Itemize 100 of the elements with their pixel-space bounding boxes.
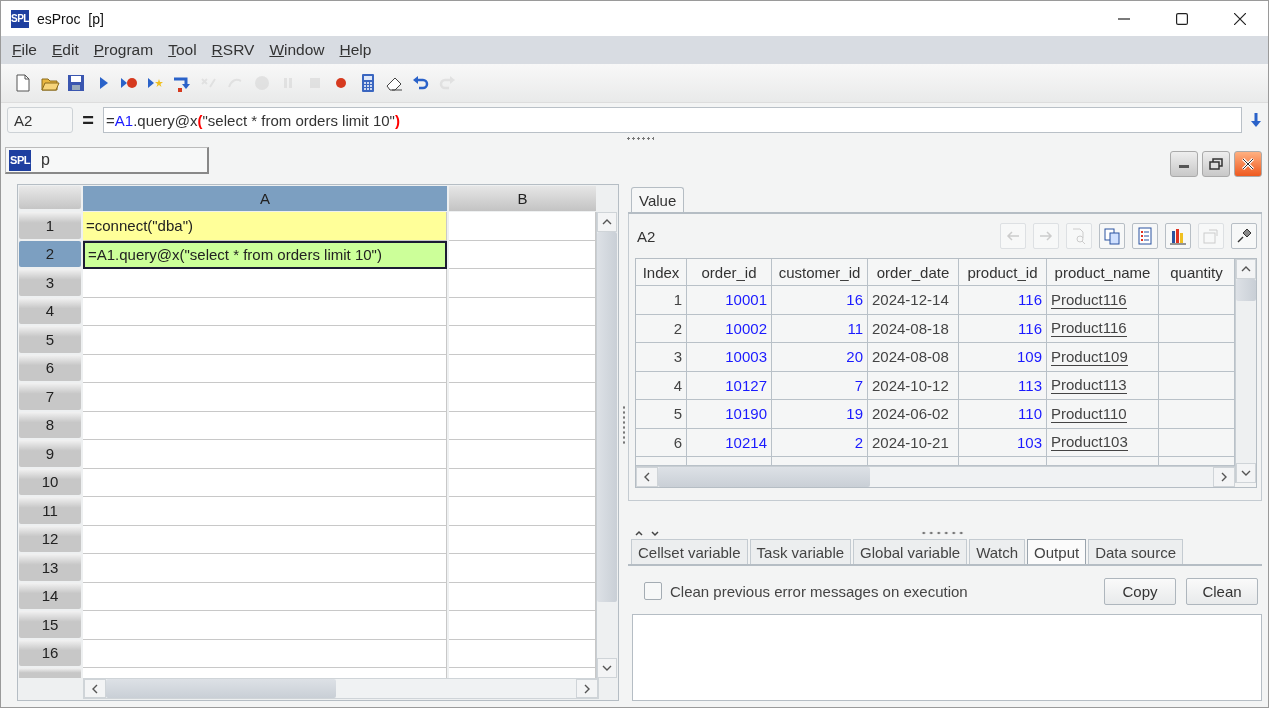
action-button[interactable]: Copy	[1104, 577, 1176, 605]
close-icon[interactable]	[1234, 12, 1246, 25]
scroll-up-icon[interactable]	[602, 219, 612, 225]
row-header[interactable]: 9	[19, 440, 81, 467]
sheet-cell[interactable]	[83, 582, 448, 611]
sheet-cell[interactable]: =A1.query@x("select * from orders limit 10")	[83, 240, 448, 269]
sheet-cell[interactable]	[449, 354, 596, 383]
column-header[interactable]: order_id	[687, 259, 772, 286]
row-header[interactable]: 5	[19, 326, 81, 353]
sheet-cell[interactable]	[83, 611, 448, 640]
panel-tab[interactable]: Global variable	[853, 539, 968, 564]
sheet-cell[interactable]	[83, 668, 448, 678]
sheet-cell[interactable]	[449, 497, 596, 526]
restore-button[interactable]	[1202, 151, 1230, 177]
column-header[interactable]: customer_id	[772, 259, 868, 286]
row-header[interactable]: 2	[19, 240, 81, 267]
row-header[interactable]: 7	[19, 383, 81, 410]
menu-item[interactable]: Window	[269, 41, 325, 59]
sheet-cell[interactable]	[449, 411, 596, 440]
row-header[interactable]	[19, 668, 81, 678]
splitter-handle[interactable]	[626, 137, 654, 140]
column-header[interactable]: product_name	[1047, 259, 1159, 286]
panel-tab[interactable]: Task variable	[749, 539, 852, 564]
row-header[interactable]: 3	[19, 269, 81, 296]
menu-item[interactable]: Program	[93, 41, 154, 59]
sheet-cell[interactable]	[449, 668, 596, 678]
row-header[interactable]: 13	[19, 554, 81, 581]
row-header[interactable]: 15	[19, 611, 81, 638]
sheet-cell[interactable]	[449, 525, 596, 554]
scroll-thumb[interactable]	[106, 679, 336, 698]
row-header[interactable]: 8	[19, 411, 81, 438]
scroll-thumb[interactable]	[597, 232, 617, 602]
sheet-cell[interactable]	[83, 326, 448, 355]
sheet-cell[interactable]	[83, 383, 448, 412]
close-button[interactable]	[1234, 151, 1262, 177]
restore-icon[interactable]	[1209, 157, 1223, 171]
sheet-cell[interactable]: =connect("dba")	[83, 212, 448, 241]
scroll-down-icon[interactable]	[602, 665, 612, 671]
sheet-cell[interactable]	[449, 326, 596, 355]
sheet-cell[interactable]	[83, 525, 448, 554]
formula-field[interactable]: =A1.query@x("select * from orders limit 10")	[103, 107, 1242, 133]
menu-item[interactable]: Help	[339, 41, 372, 59]
panel-tab[interactable]: Cellset variable	[631, 539, 748, 564]
scroll-left-icon[interactable]	[644, 472, 650, 482]
sheet-cell[interactable]	[83, 354, 448, 383]
sheet-cell[interactable]	[449, 240, 596, 269]
sheet-cell[interactable]	[83, 269, 448, 298]
checkbox[interactable]: Clean previous error messages on execution	[644, 582, 968, 600]
vertical-scrollbar[interactable]	[596, 212, 617, 678]
down-arrow-icon[interactable]	[1250, 112, 1262, 128]
sheet-cell[interactable]	[449, 440, 596, 469]
sheet-cell[interactable]	[449, 554, 596, 583]
menu-item[interactable]: File	[12, 41, 37, 59]
column-header[interactable]: B	[449, 186, 596, 211]
scroll-right-icon[interactable]	[1221, 472, 1227, 482]
sheet-cell[interactable]	[83, 468, 448, 497]
menu-item[interactable]: Tool	[168, 41, 197, 59]
scroll-down-icon[interactable]	[1241, 470, 1251, 476]
row-header[interactable]: 14	[19, 582, 81, 609]
row-header[interactable]: 10	[19, 468, 81, 495]
sheet-cell[interactable]	[83, 497, 448, 526]
row-header[interactable]: 16	[19, 639, 81, 666]
sheet-cell[interactable]	[83, 554, 448, 583]
value-tab[interactable]: Value	[631, 187, 685, 212]
column-header[interactable]: Index	[636, 259, 687, 286]
new-icon[interactable]	[13, 73, 33, 93]
scroll-up-icon[interactable]	[1241, 266, 1251, 272]
scroll-thumb[interactable]	[658, 467, 870, 487]
vertical-scrollbar[interactable]	[1235, 259, 1256, 483]
row-header[interactable]: 6	[19, 354, 81, 381]
cell-name-field[interactable]: A2	[7, 107, 73, 133]
sheet-cell[interactable]	[449, 639, 596, 668]
maximize-icon[interactable]	[1176, 12, 1188, 25]
scroll-left-icon[interactable]	[92, 683, 98, 694]
sheet-cell[interactable]	[83, 297, 448, 326]
sheet-cell[interactable]	[449, 212, 596, 241]
column-header[interactable]: quantity	[1159, 259, 1235, 286]
sheet-tab[interactable]: SPL p	[5, 147, 209, 174]
sheet-cell[interactable]	[83, 440, 448, 469]
panel-tab[interactable]: Data source	[1088, 539, 1183, 564]
corner-header[interactable]	[19, 186, 81, 209]
scroll-right-icon[interactable]	[584, 683, 590, 694]
sheet-cell[interactable]	[83, 411, 448, 440]
sheet-cell[interactable]	[449, 297, 596, 326]
row-header[interactable]: 1	[19, 212, 81, 239]
action-button[interactable]: Clean	[1186, 577, 1258, 605]
menu-item[interactable]: RSRV	[211, 41, 255, 59]
column-header[interactable]: order_date	[868, 259, 959, 286]
save-icon[interactable]	[66, 73, 86, 93]
sheet-cell[interactable]	[449, 269, 596, 298]
sheet-cell[interactable]	[83, 639, 448, 668]
sheet-cell[interactable]	[449, 468, 596, 497]
sheet-cell[interactable]	[449, 611, 596, 640]
sheet-cell[interactable]	[449, 582, 596, 611]
close-icon[interactable]	[1241, 157, 1255, 171]
minimize-button[interactable]	[1170, 151, 1198, 177]
horizontal-scrollbar[interactable]	[83, 678, 599, 699]
panel-tab[interactable]: Watch	[969, 539, 1026, 564]
menu-item[interactable]: Edit	[52, 41, 79, 59]
horizontal-scrollbar[interactable]	[636, 466, 1235, 487]
